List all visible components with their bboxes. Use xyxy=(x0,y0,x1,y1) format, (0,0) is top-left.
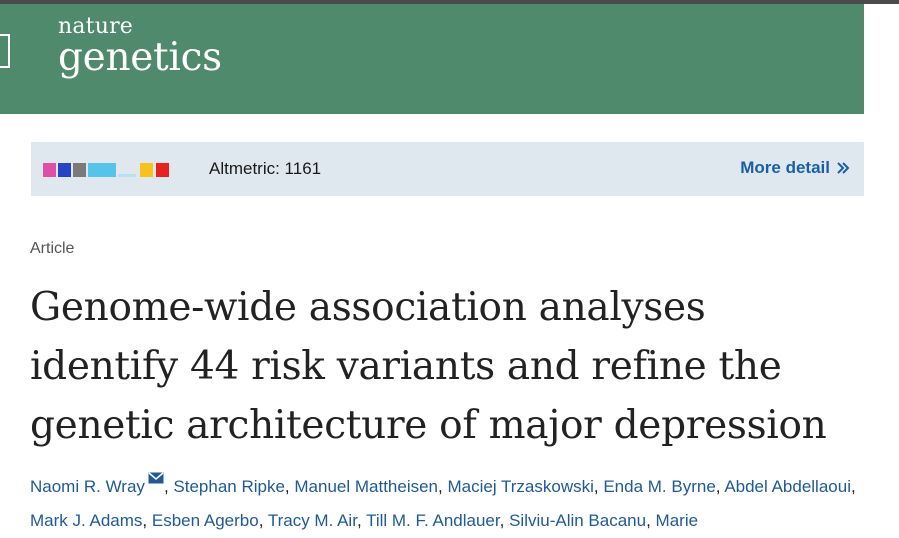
donut-segment xyxy=(140,163,153,177)
author-link[interactable]: Mark J. Adams xyxy=(30,511,142,530)
donut-segment xyxy=(88,163,116,177)
logo-line-2: genetics xyxy=(58,35,222,80)
author-link[interactable]: Tracy M. Air xyxy=(268,511,357,530)
author-list: Naomi R. Wray, Stephan Ripke, Manuel Mat… xyxy=(30,470,870,538)
donut-segment xyxy=(118,163,136,177)
author-link[interactable]: Maciej Trzaskowski xyxy=(447,477,593,496)
menu-icon[interactable] xyxy=(0,34,10,68)
author-link[interactable]: Naomi R. Wray xyxy=(30,477,145,496)
author-link[interactable]: Esben Agerbo xyxy=(152,511,259,530)
donut-segment xyxy=(43,163,56,177)
altmetric-score: Altmetric: 1161 xyxy=(209,159,322,178)
author-link[interactable]: Enda M. Byrne xyxy=(603,477,715,496)
donut-segment xyxy=(156,163,169,177)
donut-segment xyxy=(58,163,71,177)
author-link[interactable]: Silviu-Alin Bacanu xyxy=(509,511,646,530)
article-title: Genome-wide association analyses identif… xyxy=(30,285,827,448)
donut-segment xyxy=(73,163,86,177)
journal-header: nature genetics xyxy=(0,4,864,114)
author-link[interactable]: Manuel Mattheisen xyxy=(294,477,438,496)
double-chevron-right-icon xyxy=(837,162,850,174)
altmetric-bar: Altmetric: 1161 More detail xyxy=(31,142,864,196)
journal-logo[interactable]: nature genetics xyxy=(58,16,222,78)
more-detail-label: More detail xyxy=(740,158,830,177)
author-link[interactable]: Stephan Ripke xyxy=(173,477,285,496)
author-link[interactable]: Abdel Abdellaoui xyxy=(724,477,851,496)
more-detail-link[interactable]: More detail xyxy=(740,158,850,178)
author-link[interactable]: Marie xyxy=(656,511,699,530)
author-link[interactable]: Till M. F. Andlauer xyxy=(366,511,500,530)
altmetric-donut-icon[interactable] xyxy=(43,163,169,177)
mail-icon[interactable] xyxy=(148,472,164,484)
article-type: Article xyxy=(30,240,75,257)
